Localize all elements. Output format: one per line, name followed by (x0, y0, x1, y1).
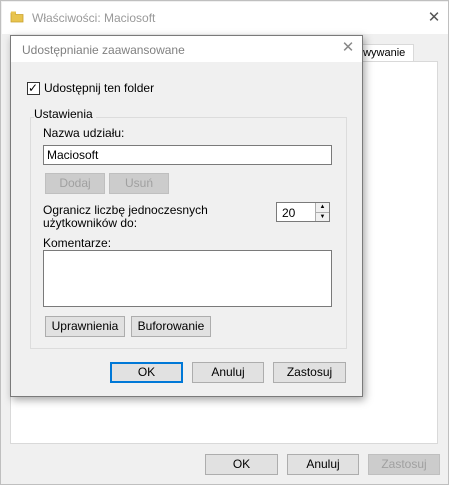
share-name-label: Nazwa udziału: (43, 126, 125, 140)
share-folder-label[interactable]: Udostępnij ten folder (44, 81, 154, 95)
folder-icon (10, 10, 24, 23)
share-folder-checkbox[interactable]: ✓ (27, 81, 40, 95)
properties-cancel-button[interactable]: Anuluj (287, 454, 359, 475)
user-limit-stepper[interactable]: 20 ▲ ▼ (276, 202, 330, 222)
properties-titlebar: Właściwości: Maciosoft ✕ (2, 2, 448, 34)
properties-title: Właściwości: Maciosoft (32, 11, 156, 25)
comments-textarea[interactable] (43, 250, 332, 307)
dialog-title: Udostępnianie zaawansowane (22, 43, 185, 57)
checkmark-icon: ✓ (28, 81, 39, 95)
cancel-button[interactable]: Anuluj (192, 362, 264, 383)
spin-down-arrow-icon[interactable]: ▼ (315, 212, 329, 221)
add-button[interactable]: Dodaj (45, 173, 105, 194)
caching-button[interactable]: Buforowanie (131, 316, 211, 337)
share-name-field[interactable]: Maciosoft (43, 145, 332, 165)
settings-legend: Ustawienia (34, 107, 96, 121)
user-limit-value[interactable]: 20 (282, 206, 295, 220)
remove-button[interactable]: Usuń (109, 173, 169, 194)
ok-button[interactable]: OK (110, 362, 183, 383)
dialog-titlebar: Udostępnianie zaawansowane ✕ (11, 36, 362, 62)
apply-button[interactable]: Zastosuj (273, 362, 346, 383)
close-icon[interactable]: ✕ (426, 10, 442, 26)
properties-apply-button[interactable]: Zastosuj (368, 454, 440, 475)
spin-up-arrow-icon[interactable]: ▲ (315, 203, 329, 212)
properties-ok-button[interactable]: OK (205, 454, 278, 475)
user-limit-label: Ogranicz liczbę jednoczesnych użytkownik… (43, 203, 208, 230)
close-icon[interactable]: ✕ (340, 40, 356, 56)
permissions-button[interactable]: Uprawnienia (45, 316, 125, 337)
advanced-sharing-dialog: Udostępnianie zaawansowane ✕ ✓ Udostępni… (10, 35, 363, 397)
comments-label: Komentarze: (43, 236, 112, 250)
